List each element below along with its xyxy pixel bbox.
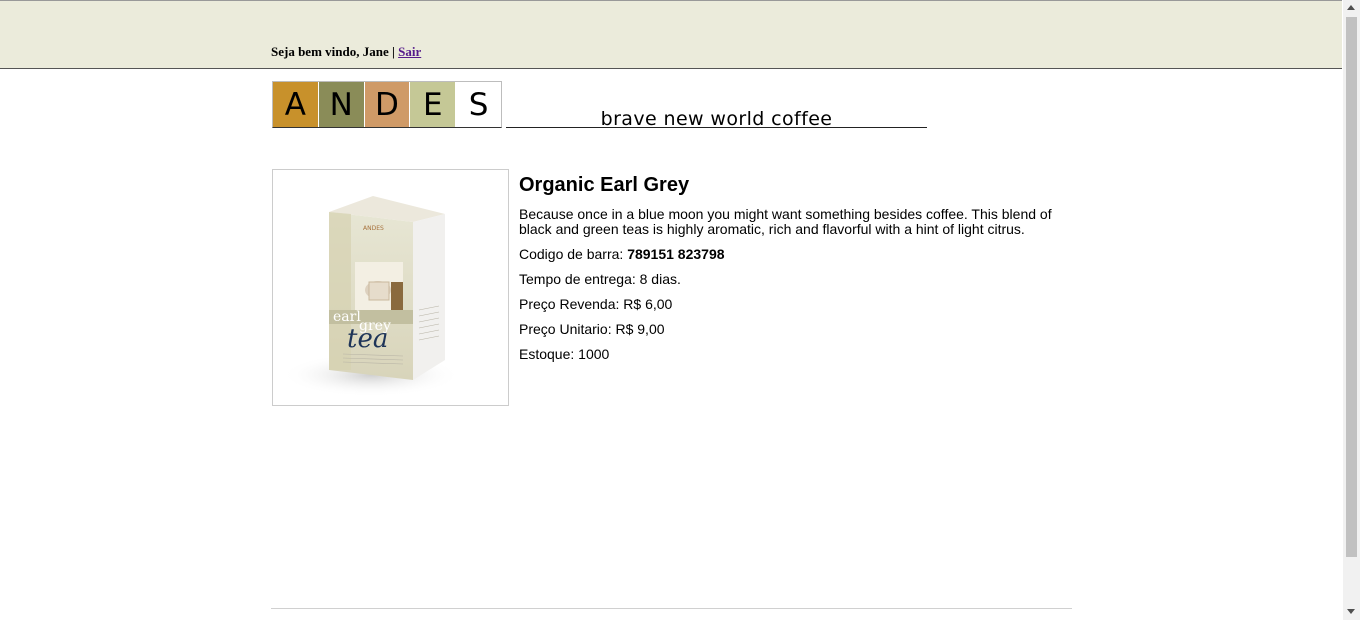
product-image: earl grey tea ANDES	[272, 169, 509, 406]
tagline: brave new world coffee	[506, 106, 927, 130]
product-details: Organic Earl Grey Because once in a blue…	[519, 174, 1059, 372]
tea-box-illustration: earl grey tea ANDES	[281, 196, 461, 397]
logo-letter-a: A	[273, 82, 319, 127]
scroll-up-icon[interactable]	[1347, 5, 1355, 10]
separator: |	[388, 44, 399, 59]
logo-letter-s: S	[456, 82, 501, 127]
logout-link[interactable]: Sair	[398, 44, 421, 59]
vertical-scrollbar[interactable]	[1343, 0, 1360, 620]
box-brand-text: ANDES	[363, 225, 384, 232]
logo-letter-d: D	[364, 82, 411, 127]
box-word-earl: earl	[333, 309, 361, 325]
welcome-message: Seja bem vindo, Jane | Sair	[271, 44, 421, 60]
logo-letter-e: E	[410, 82, 457, 127]
scroll-down-icon[interactable]	[1347, 609, 1355, 614]
andes-logo[interactable]: A N D E S	[272, 81, 502, 128]
stock-count: Estoque: 1000	[519, 346, 610, 362]
product-title: Organic Earl Grey	[519, 174, 690, 196]
delivery-time: Tempo de entrega: 8 dias.	[519, 271, 681, 287]
footer-divider	[271, 608, 1072, 609]
barcode-value: 789151 823798	[627, 246, 725, 262]
welcome-text: Seja bem vindo, Jane	[271, 44, 389, 59]
barcode-row: Codigo de barra: 789151 823798	[519, 247, 1059, 262]
top-bar: Seja bem vindo, Jane | Sair	[0, 0, 1342, 69]
barcode-label: Codigo de barra:	[519, 246, 624, 262]
box-word-tea: tea	[347, 324, 388, 354]
product-description: Because once in a blue moon you might wa…	[519, 206, 1052, 237]
scroll-thumb[interactable]	[1346, 17, 1357, 557]
logo-letter-n: N	[318, 82, 365, 127]
unit-price: Preço Unitario: R$ 9,00	[519, 321, 665, 337]
resale-price: Preço Revenda: R$ 6,00	[519, 296, 673, 312]
